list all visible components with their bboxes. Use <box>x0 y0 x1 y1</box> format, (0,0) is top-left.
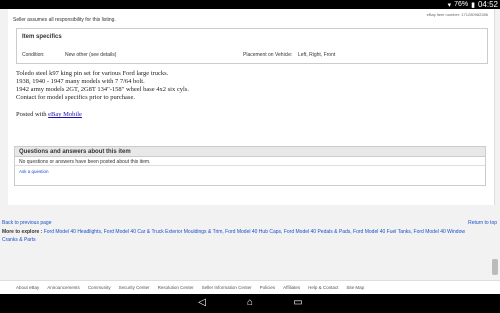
item-number-label: eBay item number: <box>426 12 461 17</box>
qa-header: Questions and answers about this item <box>15 147 485 157</box>
qa-empty-text: No questions or answers have been posted… <box>15 157 485 166</box>
explore-link[interactable]: Ford Model 40 Car & Truck Exterior Mould… <box>104 229 224 235</box>
back-icon[interactable]: ◁ <box>195 297 209 309</box>
description-line: 1938, 1940 - 1947 many models with 7 7/6… <box>16 78 145 85</box>
return-to-top-link[interactable]: Return to top <box>468 220 497 226</box>
footer-link[interactable]: Announcements <box>47 285 80 290</box>
page: Seller assumes all responsibility for th… <box>0 9 500 280</box>
placement-label: Placement on Vehicle: <box>243 52 293 58</box>
item-number-value: 171280982286 <box>461 12 488 17</box>
posted-prefix: Posted with <box>16 111 49 118</box>
footer: About eBay Announcements Community Secur… <box>0 280 500 294</box>
item-specifics-title: Item specifics <box>22 34 62 40</box>
condition-value: New other (see details) <box>65 52 117 58</box>
clock: 04:52 <box>477 0 498 9</box>
footer-link[interactable]: Affiliates <box>283 285 300 290</box>
scrollbar-handle[interactable] <box>492 259 498 275</box>
explore-link[interactable]: Ford Model 40 Headlights, <box>44 229 103 235</box>
recent-apps-icon[interactable]: ▭ <box>291 297 305 309</box>
battery-icon: ▮ <box>471 1 475 9</box>
placement-value: Left, Right, Front <box>298 52 336 58</box>
footer-link[interactable]: Security Center <box>119 285 150 290</box>
footer-link[interactable]: Community <box>88 285 111 290</box>
status-right: ▾ 76% ▮ 04:52 <box>448 0 498 9</box>
seller-note: Seller assumes all responsibility for th… <box>13 17 116 23</box>
explore-link[interactable]: Ford Model 40 Pedals & Pads, <box>284 229 352 235</box>
description-line: Toledo steel k97 king pin set for variou… <box>16 70 169 77</box>
footer-link[interactable]: About eBay <box>16 285 39 290</box>
questions-answers-box: Questions and answers about this item No… <box>14 146 486 186</box>
footer-link[interactable]: Policies <box>260 285 276 290</box>
ask-question-link[interactable]: Ask a question <box>15 166 485 177</box>
item-number: eBay item number: 171280982286 <box>427 12 488 17</box>
home-icon[interactable]: ⌂ <box>243 297 257 309</box>
posted-with: Posted with eBay Mobile <box>16 111 82 118</box>
footer-link[interactable]: Help & Contact <box>308 285 338 290</box>
explore-link[interactable]: Ford Model 40 Hub Caps, <box>225 229 282 235</box>
footer-link[interactable]: Seller Information Center <box>202 285 252 290</box>
item-specifics-box: Item specifics Condition: New other (see… <box>16 28 488 64</box>
condition-label: Condition: <box>22 52 45 58</box>
footer-link[interactable]: Site Map <box>346 285 364 290</box>
battery-percent: 76% <box>454 1 469 8</box>
more-to-explore: More to explore : Ford Model 40 Headligh… <box>2 228 472 244</box>
explore-label: More to explore : <box>2 229 43 235</box>
explore-link[interactable]: Ford Model 40 Fuel Tanks, <box>353 229 412 235</box>
back-to-previous-link[interactable]: Back to previous page <box>2 220 51 226</box>
wifi-icon: ▾ <box>447 1 452 9</box>
footer-link[interactable]: Resolution Center <box>158 285 194 290</box>
status-bar: ▾ 76% ▮ 04:52 <box>0 0 500 9</box>
description-line: Contact for model specifics prior to pur… <box>16 94 135 101</box>
item-description: Toledo steel k97 king pin set for variou… <box>16 70 316 102</box>
description-line: 1942 army models 2GT, 2G8T 134"-158" whe… <box>16 86 189 93</box>
android-nav-bar: ◁ ⌂ ▭ <box>0 294 500 313</box>
ebay-mobile-link[interactable]: eBay Mobile <box>48 111 82 118</box>
footer-links: About eBay Announcements Community Secur… <box>16 285 364 290</box>
